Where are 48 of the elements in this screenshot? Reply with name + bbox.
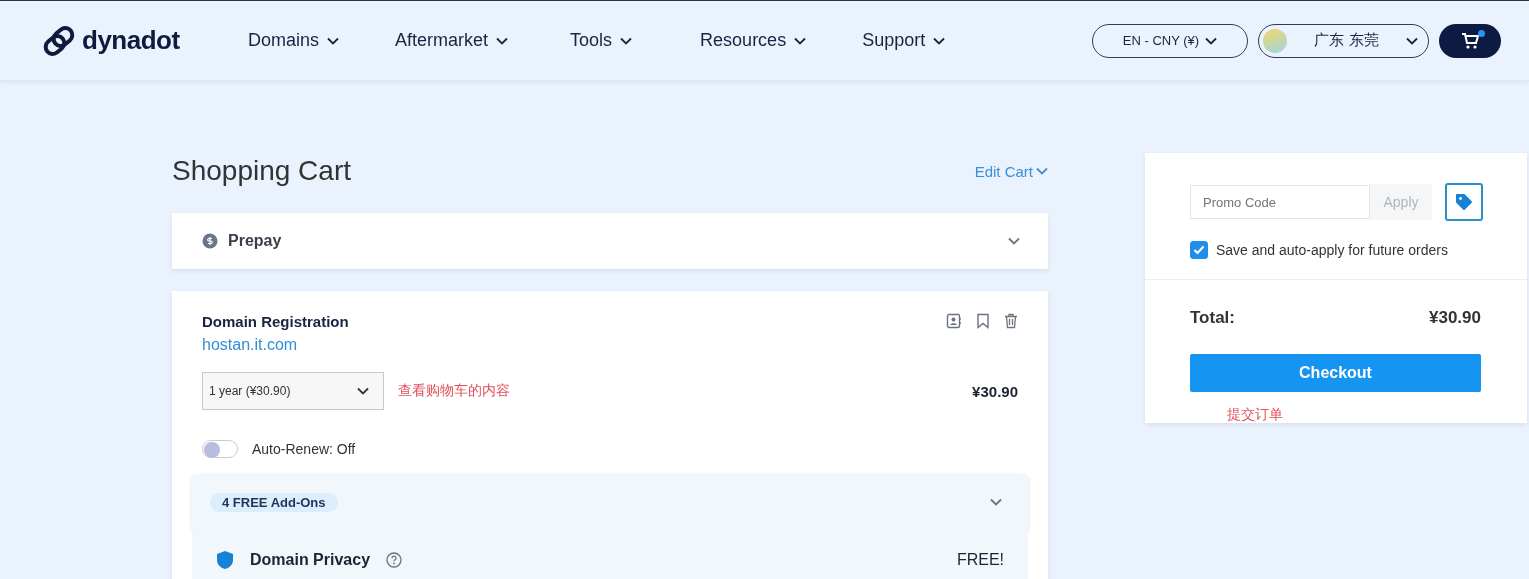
total-label: Total: (1190, 308, 1235, 328)
trash-icon[interactable] (1004, 313, 1018, 329)
logo-text[interactable]: dynadot (82, 25, 180, 56)
chevron-down-icon (357, 387, 369, 395)
item-price: ¥30.90 (972, 382, 1018, 400)
promo-tag-button[interactable] (1445, 183, 1483, 221)
annotation-text: 查看购物车的内容 (398, 382, 511, 400)
page-title: Shopping Cart (172, 155, 351, 187)
term-dropdown[interactable]: 1 year (¥30.90) (202, 372, 384, 410)
addons-panel[interactable]: 4 FREE Add-Ons (192, 474, 1028, 530)
addon-price: FREE! (956, 551, 1004, 569)
save-option-label: Save and auto-apply for future orders (1216, 242, 1448, 258)
prepay-panel[interactable]: Prepay (172, 213, 1048, 269)
location-avatar-icon (1263, 28, 1287, 53)
chevron-down-icon (327, 36, 340, 45)
chevron-down-icon (1406, 36, 1418, 45)
bookmark-icon[interactable] (976, 313, 990, 329)
annotation-text: 提交订单 (1226, 405, 1284, 424)
chevron-down-icon (1036, 167, 1048, 175)
logo-icon[interactable] (42, 24, 76, 57)
domain-link[interactable]: hostan.it.com (202, 336, 298, 353)
chevron-down-icon (933, 36, 946, 45)
addons-badge: 4 FREE Add-Ons (210, 492, 338, 512)
cart-icon (1461, 32, 1479, 49)
auto-renew-toggle[interactable] (202, 440, 238, 458)
nav-menu-item[interactable]: Domains (248, 30, 340, 51)
chevron-down-icon (1205, 36, 1218, 45)
dollar-badge-icon (202, 233, 218, 249)
item-type: Domain Registration (202, 313, 349, 330)
chevron-down-icon (620, 36, 633, 45)
checkmark-icon (1193, 245, 1205, 255)
checkbox[interactable] (1190, 241, 1208, 259)
help-icon[interactable] (386, 552, 403, 568)
contact-card-icon[interactable] (946, 313, 962, 329)
chevron-down-icon (496, 36, 509, 45)
nav-menu-item[interactable]: Support (862, 30, 946, 51)
promo-code-field[interactable]: Promo Code (1190, 185, 1370, 219)
auto-renew-label: Auto-Renew: Off (252, 441, 356, 457)
tag-icon (1455, 193, 1473, 211)
nav-menu-item[interactable]: Resources (700, 30, 807, 51)
nav-menu-item[interactable]: Aftermarket (395, 30, 509, 51)
total-amount: ¥30.90 (1429, 308, 1481, 328)
nav-menu-item[interactable]: Tools (570, 30, 633, 51)
cart-button[interactable] (1439, 23, 1501, 58)
prepay-label: Prepay (228, 232, 282, 250)
chevron-down-icon (794, 36, 807, 45)
addon-name: Domain Privacy (250, 551, 371, 569)
shield-icon (216, 550, 234, 570)
